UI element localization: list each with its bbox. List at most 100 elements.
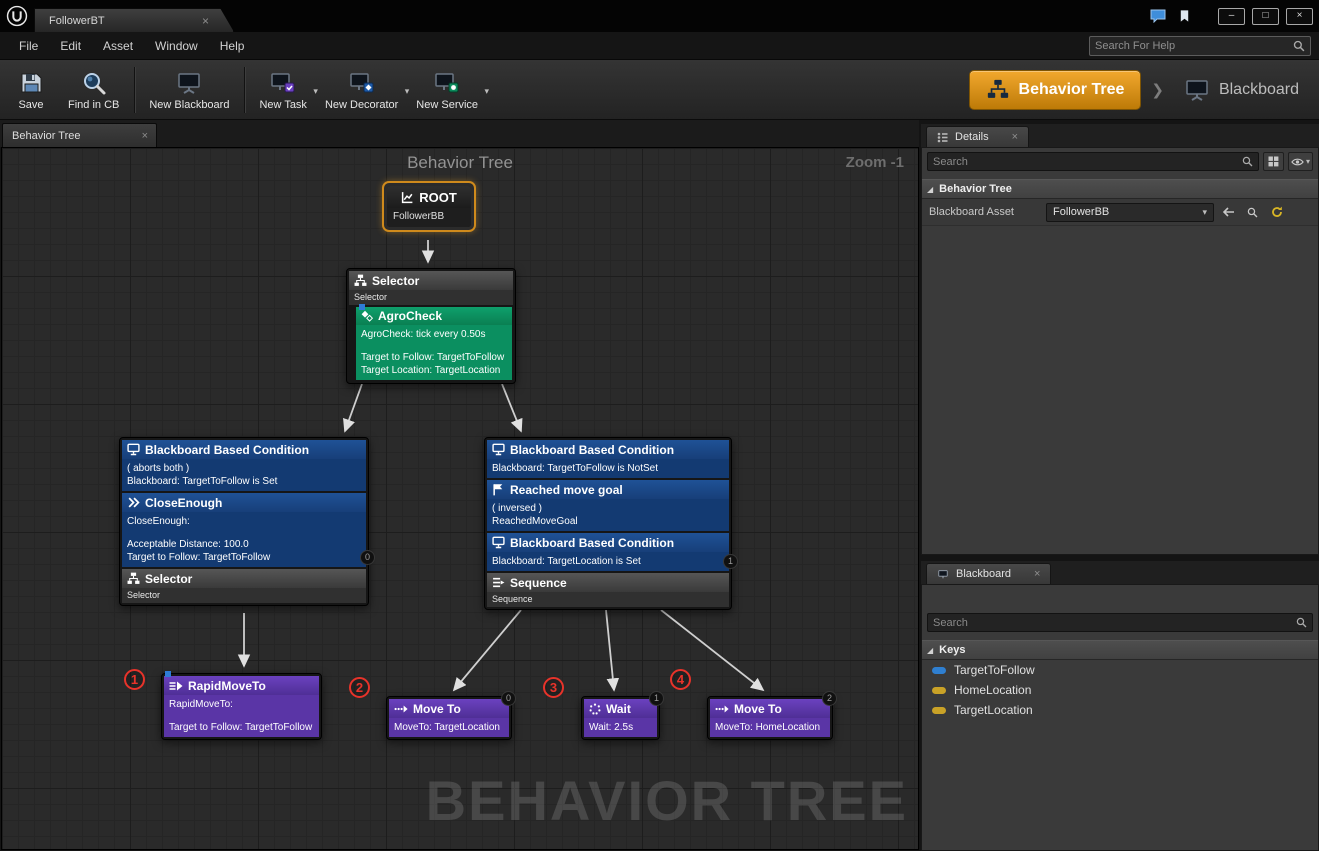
node-task-wait[interactable]: Wait Wait: 2.5s 1: [581, 691, 664, 740]
keys-section-header[interactable]: ◢ Keys: [922, 640, 1318, 660]
use-selected-asset-button[interactable]: [1219, 203, 1238, 222]
node-task-moveto-home[interactable]: Move To MoveTo: HomeLocation 2: [707, 691, 837, 740]
new-task-button[interactable]: New Task ▾: [251, 62, 318, 118]
moveto-icon: [394, 705, 408, 712]
node-title: Wait: [606, 701, 631, 716]
service-agrocheck[interactable]: AgroCheck AgroCheck: tick every 0.50s Ta…: [356, 304, 512, 380]
decorator-blackboard-condition[interactable]: Blackboard Based Condition ( aborts both…: [122, 440, 366, 491]
menu-help[interactable]: Help: [209, 34, 256, 58]
behavior-tree-graph-canvas[interactable]: Behavior Tree Zoom -1 BEHAVIOR TREE ROOT…: [1, 147, 919, 850]
tab-details[interactable]: Details ×: [926, 126, 1030, 147]
step-marker-2: 2: [349, 677, 370, 698]
blackboard-condition-icon: [492, 536, 505, 549]
task-line: MoveTo: HomeLocation: [715, 722, 821, 733]
agrocheck-service-icon: [361, 310, 373, 322]
property-row-blackboard-asset: Blackboard Asset FollowerBB ▾: [922, 199, 1318, 226]
chevron-down-icon: ▾: [1202, 206, 1207, 217]
node-title: CloseEnough: [145, 495, 223, 510]
node-subtitle: FollowerBB: [387, 208, 471, 227]
blackboard-toolbar: [922, 585, 1318, 609]
expand-triangle-icon[interactable]: ◢: [927, 185, 933, 194]
blackboard-key-homelocation[interactable]: HomeLocation: [922, 680, 1318, 700]
view-options-button[interactable]: ▾: [1287, 152, 1313, 171]
save-icon: [21, 73, 42, 93]
menu-asset[interactable]: Asset: [92, 34, 144, 58]
expand-triangle-icon[interactable]: ◢: [927, 646, 933, 655]
node-task-rapidmoveto[interactable]: RapidMoveTo RapidMoveTo: Target to Follo…: [161, 671, 322, 740]
decorator-blackboard-condition[interactable]: Blackboard Based Condition Blackboard: T…: [487, 533, 729, 571]
details-search-input[interactable]: [933, 155, 1242, 168]
help-search-input[interactable]: [1095, 40, 1293, 52]
reset-to-default-button[interactable]: [1267, 203, 1286, 222]
maximize-button[interactable]: □: [1252, 7, 1279, 25]
new-service-button[interactable]: New Service ▾: [408, 62, 490, 118]
close-icon[interactable]: ×: [1034, 568, 1040, 580]
rapidmoveto-icon: [169, 681, 183, 690]
node-root[interactable]: ROOT FollowerBB: [382, 181, 476, 232]
node-title: Blackboard Based Condition: [510, 535, 675, 550]
node-title: Sequence: [510, 575, 567, 590]
chevron-down-icon: ▾: [1305, 157, 1310, 166]
blackboard-search-input[interactable]: [933, 616, 1296, 629]
feedback-bubble-icon[interactable]: [1150, 9, 1166, 23]
mode-behavior-tree-button[interactable]: Behavior Tree: [968, 70, 1142, 110]
new-task-icon: [271, 73, 295, 93]
new-blackboard-icon: [178, 73, 201, 94]
tab-blackboard[interactable]: Blackboard ×: [926, 563, 1052, 584]
close-button[interactable]: ×: [1286, 7, 1313, 25]
node-closeenough-selector-group[interactable]: Blackboard Based Condition ( aborts both…: [119, 437, 375, 606]
section-behavior-tree[interactable]: ◢ Behavior Tree: [922, 179, 1318, 199]
find-in-cb-button[interactable]: Find in CB: [60, 62, 129, 118]
node-sequence-group[interactable]: Blackboard Based Condition Blackboard: T…: [484, 437, 738, 610]
node-title: Blackboard Based Condition: [145, 442, 310, 457]
node-task-moveto-target[interactable]: Move To MoveTo: TargetLocation 0: [386, 691, 516, 740]
breakpoint-marker: [359, 304, 365, 310]
menu-bar: File Edit Asset Window Help: [0, 32, 1319, 60]
details-tab-bar: Details ×: [921, 124, 1319, 147]
blackboard-key-targetlocation[interactable]: TargetLocation: [922, 700, 1318, 720]
new-blackboard-button[interactable]: New Blackboard: [141, 62, 239, 118]
decorator-line: Blackboard: TargetToFollow is Set: [127, 476, 278, 487]
behavior-tree-icon: [987, 79, 1008, 98]
new-decorator-button[interactable]: New Decorator ▾: [317, 62, 409, 118]
toolbar-separator: [244, 66, 247, 113]
toolbar-separator: [134, 66, 137, 113]
decorator-line: Target to Follow: TargetToFollow: [127, 552, 271, 563]
asset-tab-followerbt[interactable]: FollowerBT ×: [34, 8, 234, 32]
minimize-button[interactable]: –: [1218, 7, 1245, 25]
menu-window[interactable]: Window: [144, 34, 209, 58]
new-decorator-icon: [349, 73, 374, 93]
blackboard-key-targettofollow[interactable]: TargetToFollow: [922, 660, 1318, 680]
reached-move-goal-icon: [493, 484, 503, 496]
menu-file[interactable]: File: [8, 34, 49, 58]
mode-blackboard-button[interactable]: Blackboard: [1174, 70, 1309, 110]
root-icon: [402, 191, 413, 203]
close-icon[interactable]: ×: [142, 130, 148, 142]
details-panel: ▾ ◢ Behavior Tree Blackboard Asset Follo…: [921, 147, 1319, 555]
service-param: Target to Follow: TargetToFollow: [361, 352, 505, 363]
save-button[interactable]: Save: [4, 62, 60, 118]
property-matrix-button[interactable]: [1262, 152, 1284, 171]
decorator-reached-move-goal[interactable]: Reached move goal ( inversed ) ReachedMo…: [487, 480, 729, 531]
menu-edit[interactable]: Edit: [49, 34, 92, 58]
key-type-icon: [932, 686, 946, 694]
close-icon[interactable]: ×: [1012, 131, 1018, 143]
bookmark-icon[interactable]: [1178, 9, 1191, 23]
sequence-icon: [493, 577, 505, 588]
tab-behavior-tree-doc[interactable]: Behavior Tree ×: [2, 123, 157, 147]
blackboard-search: [927, 613, 1313, 632]
composite-selector[interactable]: Selector Selector: [122, 569, 366, 603]
composite-sequence[interactable]: Sequence Sequence: [487, 573, 729, 607]
execution-index-badge: 0: [360, 550, 375, 565]
close-icon[interactable]: ×: [202, 14, 209, 28]
decorator-closeenough[interactable]: CloseEnough CloseEnough: Acceptable Dist…: [122, 493, 366, 567]
blackboard-asset-combo[interactable]: FollowerBB ▾: [1046, 202, 1214, 222]
node-selector-top[interactable]: Selector Selector AgroCheck AgroCheck: t…: [346, 268, 516, 384]
key-name: HomeLocation: [954, 683, 1032, 697]
decorator-blackboard-condition[interactable]: Blackboard Based Condition Blackboard: T…: [487, 440, 729, 478]
search-icon: [1296, 617, 1307, 628]
unreal-editor-window: FollowerBT × – □ × File Edit Asset Windo…: [0, 0, 1319, 851]
dropdown-arrow-icon[interactable]: ▾: [485, 86, 490, 97]
browse-to-asset-button[interactable]: [1243, 203, 1262, 222]
blackboard-condition-icon: [492, 443, 505, 456]
